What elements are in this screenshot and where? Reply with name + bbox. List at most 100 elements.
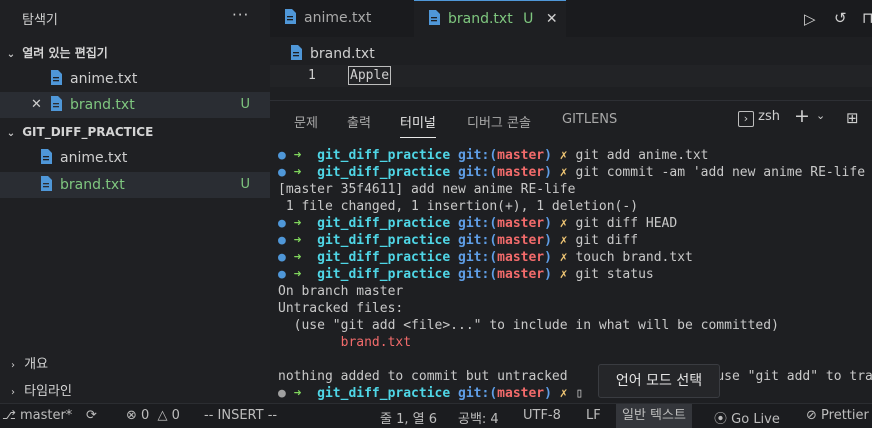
line-text[interactable]: Apple — [348, 66, 392, 85]
problems-indicator[interactable]: ⊗ 0 △ 0 — [126, 408, 180, 423]
shell-name: zsh — [758, 109, 780, 124]
tab-terminal[interactable]: 터미널 — [400, 112, 436, 138]
git-suffix: ) — [544, 233, 552, 248]
terminal-output-line: nothing added to commit but untracked us… — [278, 368, 872, 385]
outline-section[interactable]: › 개요 — [6, 353, 48, 372]
open-editor-anime[interactable]: anime.txt — [0, 66, 270, 92]
repo-name: git_diff_practice — [317, 386, 451, 401]
command: git diff — [567, 233, 639, 248]
chevron-down-icon[interactable]: ⌄ — [816, 109, 825, 122]
terminal-output[interactable]: ● ➜ git_diff_practice git:(master) ✗ git… — [278, 147, 872, 402]
breadcrumb[interactable]: brand.txt — [290, 45, 375, 62]
command: git commit -am 'add new anime RE-life — [567, 165, 866, 180]
close-icon[interactable]: ✕ — [546, 11, 558, 27]
open-editors-label: 열려 있는 편집기 — [22, 46, 108, 60]
branch-indicator[interactable]: ⎇ master* — [2, 408, 72, 423]
terminal-cursor: ▯ — [575, 386, 584, 401]
indentation[interactable]: 공백: 4 — [458, 408, 499, 427]
tree-item-brand[interactable]: brand.txt U — [0, 172, 270, 198]
command: git add anime.txt — [567, 148, 709, 163]
file-icon — [41, 149, 52, 164]
editor[interactable]: brand.txt 1 Apple — [270, 37, 872, 97]
tab-brand[interactable]: brand.txt U ✕ — [414, 0, 566, 37]
repo-name: git_diff_practice — [317, 233, 451, 248]
split-icon[interactable]: ⊓ — [862, 9, 872, 27]
cursor-position[interactable]: 줄 1, 열 6 — [380, 408, 437, 427]
file-icon — [51, 96, 62, 111]
terminal-output-line: brand.txt — [278, 334, 872, 351]
editor-tab-bar: anime.txt brand.txt U ✕ ▷ ↺ ⊓ — [270, 0, 872, 37]
timeline-section[interactable]: › 타임라인 — [6, 380, 72, 399]
dirty-marker: ✗ — [559, 386, 568, 401]
branch-name: master — [497, 250, 545, 265]
git-prefix: git:( — [458, 165, 498, 180]
tab-debug-console[interactable]: 디버그 콘솔 — [467, 112, 531, 131]
run-icon[interactable]: ▷ — [804, 10, 816, 28]
file-icon — [41, 176, 52, 191]
git-suffix: ) — [544, 386, 552, 401]
prompt-dot: ● — [278, 233, 286, 248]
tab-output[interactable]: 출력 — [347, 112, 371, 131]
file-name: anime.txt — [60, 150, 128, 166]
tab-anime[interactable]: anime.txt — [270, 0, 414, 37]
tree-item-anime[interactable]: anime.txt — [0, 145, 270, 171]
terminal-output-line: (use "git add <file>..." to include in w… — [278, 317, 872, 334]
terminal-line: ● ➜ git_diff_practice git:(master) ✗ git… — [278, 147, 872, 164]
add-terminal-icon[interactable]: + — [794, 105, 810, 127]
prompt-dot: ● — [278, 216, 286, 231]
tab-label: brand.txt — [448, 11, 513, 27]
untracked-badge: U — [240, 177, 250, 192]
warning-icon: △ — [157, 408, 168, 423]
go-live[interactable]: ⦿ Go Live — [714, 408, 780, 427]
terminal-line: ● ➜ git_diff_practice git:(master) ✗ git… — [278, 266, 872, 283]
file-icon — [51, 70, 62, 85]
output-text: 1 file changed, 1 insertion(+), 1 deleti… — [278, 199, 639, 214]
end-of-line[interactable]: LF — [586, 408, 601, 423]
prettier[interactable]: ⊘ Prettier — [806, 408, 869, 423]
terminal-line: ● ➜ git_diff_practice git:(master) ✗ git… — [278, 215, 872, 232]
file-name: brand.txt — [70, 97, 135, 113]
tab-gitlens[interactable]: GITLENS — [562, 112, 617, 127]
file-icon — [285, 9, 296, 24]
dirty-marker: ✗ — [559, 267, 568, 282]
more-actions-icon[interactable]: ··· — [232, 6, 249, 24]
branch-name: master — [497, 386, 545, 401]
tab-problems[interactable]: 문제 — [294, 112, 318, 131]
language-mode[interactable]: 일반 텍스트 — [616, 404, 692, 428]
terminal-icon: › — [738, 111, 754, 127]
prompt-dot: ● — [278, 386, 286, 401]
prompt-dot: ● — [278, 148, 286, 163]
branch-name: master* — [19, 408, 73, 423]
go-live-label: Go Live — [731, 412, 780, 427]
terminal-output-line: [master 35f4611] add new anime RE-life — [278, 181, 872, 198]
file-name: anime.txt — [70, 71, 138, 87]
sync-icon[interactable]: ⟳ — [86, 408, 97, 423]
history-icon[interactable]: ↺ — [834, 9, 847, 27]
prompt-dot: ● — [278, 267, 286, 282]
git-prefix: git:( — [458, 216, 498, 231]
terminal-profile[interactable]: › zsh — [738, 109, 780, 127]
language-mode-tooltip: 언어 모드 선택 — [598, 364, 720, 398]
prompt-dot: ● — [278, 165, 286, 180]
close-icon[interactable]: ✕ — [31, 92, 42, 118]
terminal-output-line: Untracked files: — [278, 300, 872, 317]
open-editors-section[interactable]: ⌄ 열려 있는 편집기 — [4, 42, 270, 64]
terminal-output-line: On branch master — [278, 283, 872, 300]
split-terminal-icon[interactable]: ⊞ — [846, 109, 859, 127]
encoding[interactable]: UTF-8 — [523, 408, 561, 423]
project-section[interactable]: ⌄ GIT_DIFF_PRACTICE — [4, 121, 270, 143]
git-prefix: git:( — [458, 267, 498, 282]
open-editor-brand[interactable]: ✕ brand.txt U — [0, 92, 270, 118]
